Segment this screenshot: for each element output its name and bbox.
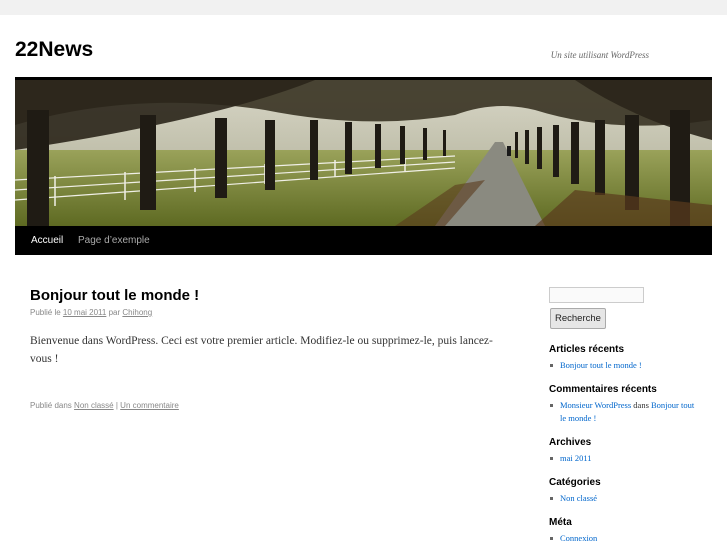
meta-list: Connexion — [549, 532, 597, 545]
meta-prefix: Publié le — [30, 308, 61, 317]
category-link[interactable]: Non classé — [74, 401, 114, 410]
post-date-link[interactable]: 10 mai 2011 — [63, 308, 106, 317]
main-navigation: Accueil Page d’exemple — [15, 226, 712, 255]
header-image — [15, 80, 712, 226]
widget-title-meta: Méta — [549, 517, 572, 528]
recent-post-link[interactable]: Bonjour tout le monde ! — [560, 360, 642, 370]
list-item: Bonjour tout le monde ! — [549, 359, 642, 372]
archive-link[interactable]: mai 2011 — [560, 453, 592, 463]
page-wrapper: 22News Un site utilisant WordPress Accue… — [0, 15, 727, 545]
widget-title-categories: Catégories — [549, 477, 601, 488]
categories-list: Non classé — [549, 492, 597, 505]
meta-by: par — [108, 308, 121, 317]
post-author-link[interactable]: Chihong — [122, 308, 152, 317]
widget-title-recent-posts: Articles récents — [549, 344, 625, 355]
nav-item-accueil[interactable]: Accueil — [31, 235, 63, 246]
list-item: Monsieur WordPress dans Bonjour tout le … — [549, 399, 699, 425]
comment-author-link[interactable]: Monsieur WordPress — [560, 400, 631, 410]
post-content: Bienvenue dans WordPress. Ceci est votre… — [30, 335, 493, 365]
post-meta: Publié le 10 mai 2011 par Chihong — [30, 308, 152, 317]
archives-list: mai 2011 — [549, 452, 592, 465]
post-title[interactable]: Bonjour tout le monde ! — [30, 287, 199, 304]
login-link[interactable]: Connexion — [560, 533, 597, 543]
site-title[interactable]: 22News — [15, 38, 93, 62]
list-item: Non classé — [549, 492, 597, 505]
site-description: Un site utilisant WordPress — [550, 50, 649, 60]
post-utility: Publié dans Non classé | Un commentaire — [30, 401, 179, 410]
utility-separator: | — [115, 401, 118, 410]
comment-on-text: dans — [633, 400, 649, 410]
widget-title-recent-comments: Commentaires récents — [549, 384, 657, 395]
search-input[interactable] — [549, 287, 644, 303]
category-widget-link[interactable]: Non classé — [560, 493, 597, 503]
list-item: Connexion — [549, 532, 597, 545]
search-button[interactable]: Recherche — [550, 308, 606, 329]
list-item: mai 2011 — [549, 452, 592, 465]
widget-title-archives: Archives — [549, 437, 592, 448]
utility-prefix: Publié dans — [30, 401, 72, 410]
recent-comments-list: Monsieur WordPress dans Bonjour tout le … — [549, 399, 699, 425]
nav-item-page-exemple[interactable]: Page d’exemple — [78, 235, 150, 246]
comments-link[interactable]: Un commentaire — [120, 401, 179, 410]
recent-posts-list: Bonjour tout le monde ! — [549, 359, 642, 372]
